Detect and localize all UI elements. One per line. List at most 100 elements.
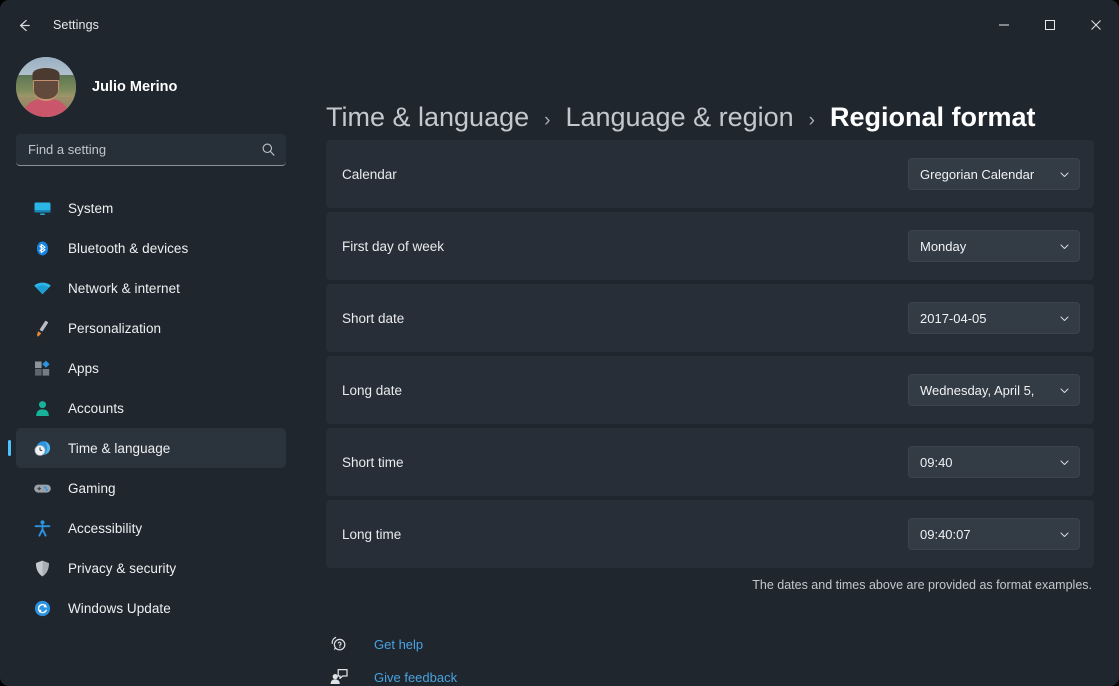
back-arrow-icon <box>19 19 30 31</box>
short-time-dropdown[interactable]: 09:40 <box>908 446 1080 478</box>
monitor-icon <box>32 198 52 218</box>
search-box[interactable] <box>16 134 286 166</box>
first-day-of-week-dropdown[interactable]: Monday <box>908 230 1080 262</box>
calendar-dropdown[interactable]: Gregorian Calendar <box>908 158 1080 190</box>
link-label: Give feedback <box>374 669 458 685</box>
page-title: Regional format <box>829 102 1036 132</box>
setting-label: Long date <box>342 382 403 398</box>
sidebar-item-windows-update[interactable]: Windows Update <box>16 588 286 628</box>
setting-label: Short date <box>342 310 405 326</box>
sidebar-item-privacy-security[interactable]: Privacy & security <box>16 548 286 588</box>
chevron-down-icon <box>1059 529 1070 540</box>
title-bar: Settings <box>0 0 1119 50</box>
chevron-down-icon <box>1059 169 1070 180</box>
setting-label: Long time <box>342 526 402 542</box>
update-refresh-icon <box>32 598 52 618</box>
sidebar-item-label: Privacy & security <box>68 560 177 576</box>
dropdown-value: 09:40:07 <box>920 526 971 542</box>
main-content: Time & language › Language & region › Re… <box>303 50 1119 686</box>
search-input[interactable] <box>28 142 261 157</box>
setting-label: Short time <box>342 454 404 470</box>
feedback-person-icon <box>328 666 350 686</box>
help-bubble-icon <box>328 633 350 655</box>
breadcrumb: Time & language › Language & region › Re… <box>326 50 1094 132</box>
sidebar-item-label: Personalization <box>68 320 162 336</box>
profile-name: Julio Merino <box>92 79 178 95</box>
link-label: Get help <box>374 636 424 652</box>
sidebar-item-bluetooth-devices[interactable]: Bluetooth & devices <box>16 228 286 268</box>
setting-label: First day of week <box>342 238 445 254</box>
window-title: Settings <box>53 18 99 32</box>
avatar <box>16 57 76 117</box>
sidebar-item-accounts[interactable]: Accounts <box>16 388 286 428</box>
sidebar-item-apps[interactable]: Apps <box>16 348 286 388</box>
setting-label: Calendar <box>342 166 397 182</box>
setting-row-first-day-of-week: First day of week Monday <box>326 212 1094 280</box>
sidebar-item-label: System <box>68 200 114 216</box>
breadcrumb-item-language-region[interactable]: Language & region <box>565 102 793 133</box>
back-button[interactable] <box>7 8 41 42</box>
close-button[interactable] <box>1073 0 1119 50</box>
setting-row-short-date: Short date 2017-04-05 <box>326 284 1094 352</box>
long-date-dropdown[interactable]: Wednesday, April 5, <box>908 374 1080 406</box>
chevron-down-icon <box>1059 385 1070 396</box>
gamepad-icon <box>32 478 52 498</box>
dropdown-value: 09:40 <box>920 454 953 470</box>
chevron-down-icon <box>1059 457 1070 468</box>
shield-icon <box>32 558 52 578</box>
minimize-icon <box>999 24 1009 26</box>
chevron-down-icon <box>1059 313 1070 324</box>
setting-row-long-date: Long date Wednesday, April 5, <box>326 356 1094 424</box>
window-controls <box>981 0 1119 50</box>
wifi-icon <box>32 278 52 298</box>
dropdown-value: 2017-04-05 <box>920 310 987 326</box>
give-feedback-link[interactable]: Give feedback <box>328 661 1094 686</box>
window-body: Julio Merino Find a setting System Bluet… <box>0 50 1119 686</box>
sidebar-item-label: Apps <box>68 360 99 376</box>
long-time-dropdown[interactable]: 09:40:07 <box>908 518 1080 550</box>
bluetooth-icon <box>32 238 52 258</box>
breadcrumb-separator-icon: › <box>808 110 815 131</box>
settings-list: Calendar Gregorian Calendar First day of… <box>326 140 1094 568</box>
sidebar-item-label: Time & language <box>68 440 171 456</box>
sidebar: Julio Merino Find a setting System Bluet… <box>0 50 303 686</box>
setting-row-short-time: Short time 09:40 <box>326 428 1094 496</box>
profile-section[interactable]: Julio Merino <box>0 50 303 117</box>
maximize-icon <box>1045 20 1055 30</box>
sidebar-item-network-internet[interactable]: Network & internet <box>16 268 286 308</box>
sidebar-item-label: Gaming <box>68 480 116 496</box>
sidebar-item-gaming[interactable]: Gaming <box>16 468 286 508</box>
sidebar-item-label: Windows Update <box>68 600 171 616</box>
sidebar-item-label: Accessibility <box>68 520 143 536</box>
search-icon <box>261 142 276 157</box>
dropdown-value: Gregorian Calendar <box>920 166 1035 182</box>
footer-links: Get help Give feedback <box>326 628 1094 686</box>
get-help-link[interactable]: Get help <box>328 628 1094 660</box>
paintbrush-icon <box>32 318 52 338</box>
person-icon <box>32 398 52 418</box>
dropdown-value: Monday <box>920 238 967 254</box>
sidebar-item-system[interactable]: System <box>16 188 286 228</box>
sidebar-item-label: Accounts <box>68 400 124 416</box>
sidebar-item-personalization[interactable]: Personalization <box>16 308 286 348</box>
setting-row-long-time: Long time 09:40:07 <box>326 500 1094 568</box>
accessibility-person-icon <box>32 518 52 538</box>
dropdown-value: Wednesday, April 5, <box>920 382 1035 398</box>
breadcrumb-item-time-language[interactable]: Time & language <box>326 102 529 133</box>
chevron-down-icon <box>1059 241 1070 252</box>
short-date-dropdown[interactable]: 2017-04-05 <box>908 302 1080 334</box>
sidebar-item-accessibility[interactable]: Accessibility <box>16 508 286 548</box>
sidebar-item-label: Network & internet <box>68 280 180 296</box>
settings-window: Settings Julio Merino Find a setting Sys… <box>0 0 1119 686</box>
sidebar-item-time-language[interactable]: Time & language <box>16 428 286 468</box>
breadcrumb-separator-icon: › <box>544 110 551 131</box>
sidebar-item-label: Bluetooth & devices <box>68 240 189 256</box>
apps-grid-icon <box>32 358 52 378</box>
sidebar-nav: System Bluetooth & devices Network & int… <box>0 188 303 628</box>
clock-globe-icon <box>32 438 52 458</box>
close-icon <box>1091 20 1101 30</box>
setting-row-calendar: Calendar Gregorian Calendar <box>326 140 1094 208</box>
maximize-button[interactable] <box>1027 0 1073 50</box>
minimize-button[interactable] <box>981 0 1027 50</box>
format-examples-note: The dates and times above are provided a… <box>752 578 1092 592</box>
